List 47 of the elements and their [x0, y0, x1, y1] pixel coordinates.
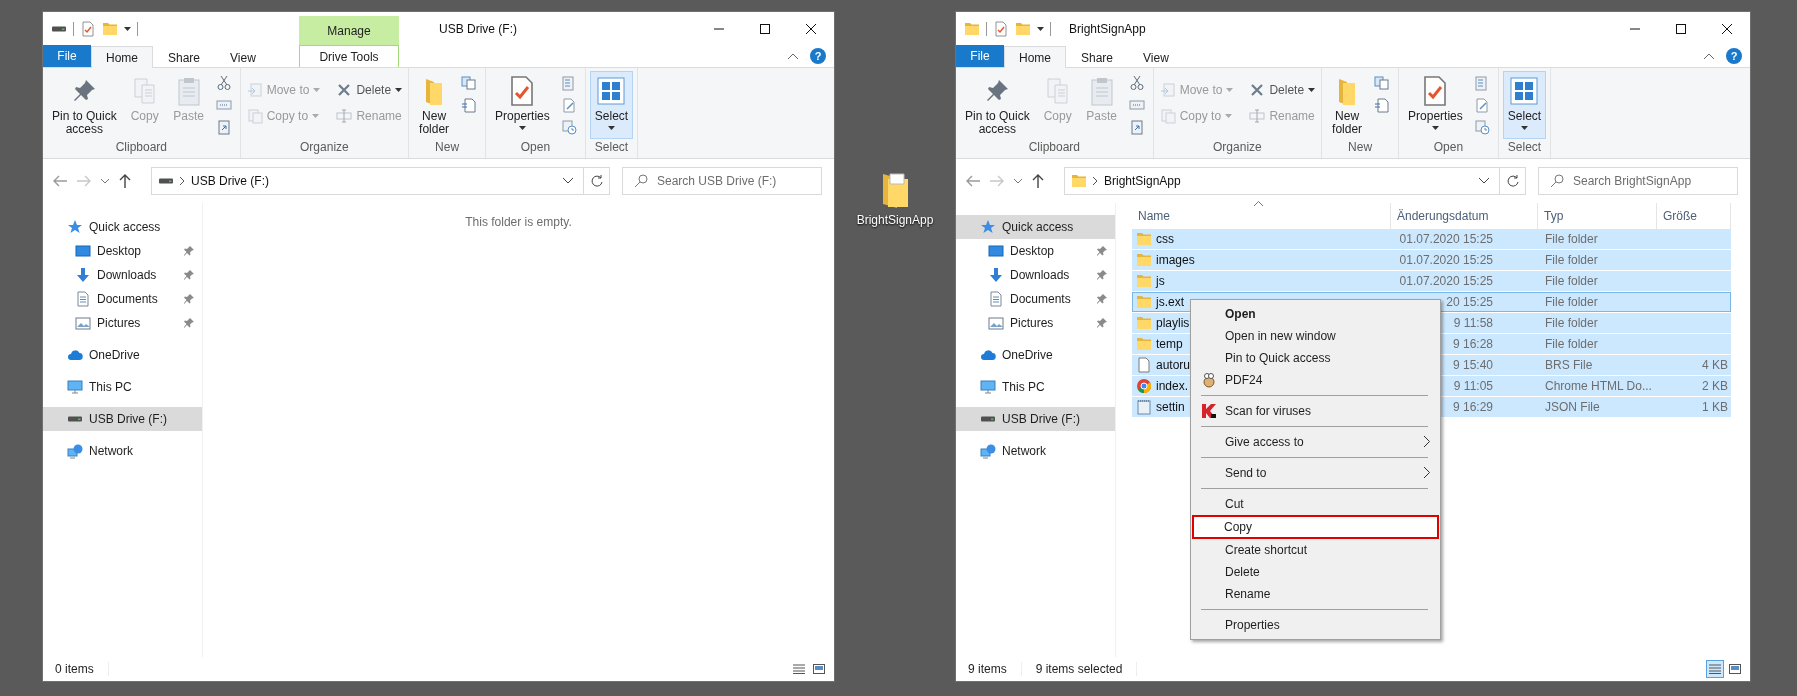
file-type: JSON File	[1544, 400, 1600, 414]
file-date: 9 16:28	[1451, 337, 1493, 351]
group-label: Select	[594, 140, 629, 156]
file-name: autoru	[1156, 358, 1191, 372]
group-label: Organize	[1213, 140, 1262, 156]
file-type: File folder	[1544, 274, 1598, 288]
group-label: Select	[1507, 140, 1542, 156]
status-text: 9 items	[968, 662, 1022, 676]
file-date: 01.07.2020 15:25	[1398, 232, 1493, 246]
group-label: New	[1348, 140, 1373, 156]
file-type: File folder	[1544, 316, 1598, 330]
file-name: js	[1156, 274, 1165, 288]
file-date: 20 15:25	[1445, 295, 1493, 309]
file-name: playlis	[1156, 316, 1190, 330]
group-label: New	[435, 140, 460, 156]
context-tab-header: Manage	[299, 16, 399, 45]
file-date: 9 15:40	[1451, 358, 1493, 372]
file-date: 9 11:05	[1452, 379, 1493, 393]
window-title: USB Drive (F:)	[439, 20, 517, 38]
file-date: 9 11:58	[1452, 316, 1493, 330]
group-label: Open	[520, 140, 551, 156]
file-type: File folder	[1544, 232, 1598, 246]
file-name: temp	[1156, 337, 1183, 351]
file-date: 01.07.2020 15:25	[1398, 274, 1493, 288]
status-text: 0 items	[55, 662, 109, 676]
empty-folder-message: This folder is empty.	[464, 214, 573, 229]
file-size: 1 KB	[1702, 400, 1729, 414]
file-size: 4 KB	[1702, 358, 1729, 372]
file-name: images	[1156, 253, 1195, 267]
file-type: File folder	[1544, 295, 1598, 309]
file-size: 2 KB	[1702, 379, 1729, 393]
file-date: 01.07.2020 15:25	[1398, 253, 1493, 267]
group-label: Clipboard	[115, 140, 168, 156]
file-type: BRS File	[1544, 358, 1593, 372]
file-name: settin	[1156, 400, 1185, 414]
window-title: BrightSignApp	[1069, 20, 1146, 38]
file-type: File folder	[1544, 337, 1598, 351]
file-name: css	[1156, 232, 1174, 246]
file-name: index.	[1156, 379, 1189, 393]
group-label: Clipboard	[1028, 140, 1081, 156]
file-name: js.ext	[1156, 295, 1184, 309]
file-type: Chrome HTML Do...	[1544, 379, 1652, 393]
status-text: 9 items selected	[1035, 662, 1138, 676]
group-label: Organize	[300, 140, 349, 156]
file-type: File folder	[1544, 253, 1598, 267]
file-date: 9 16:29	[1451, 400, 1493, 414]
group-label: Open	[1433, 140, 1464, 156]
